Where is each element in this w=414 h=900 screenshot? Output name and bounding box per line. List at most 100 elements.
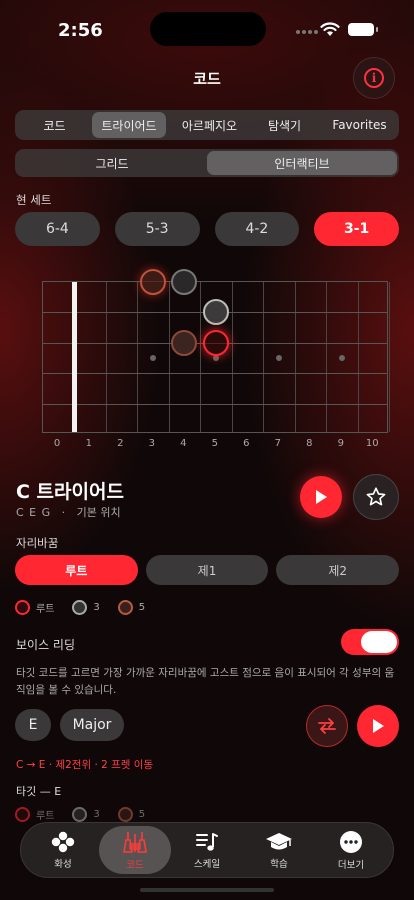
tab-interactive[interactable]: 인터랙티브: [207, 151, 397, 175]
clover-icon: [51, 831, 75, 852]
fretboard[interactable]: [42, 269, 390, 433]
nut: [72, 282, 77, 432]
fret-number: 6: [243, 438, 250, 449]
fret-line: [326, 282, 327, 432]
note-marker-third-ghost[interactable]: [171, 269, 198, 295]
page-title: 코드: [193, 70, 221, 88]
legend-fifth: 5: [138, 809, 146, 820]
tab-grid[interactable]: 그리드: [17, 151, 207, 175]
inversion-selector: 루트 제1 제2: [15, 555, 400, 585]
fret-number: 8: [306, 438, 313, 449]
string-line: [43, 373, 387, 375]
fret-number: 4: [180, 438, 187, 449]
fret-number: 1: [85, 438, 92, 449]
fret-inlay: [212, 355, 219, 361]
tab-label: 화성: [54, 858, 72, 870]
more-icon: [340, 830, 362, 853]
main-tabs: 코드 트라이어드 아르페지오 탐색기 Favorites: [15, 110, 399, 140]
note-marker-root[interactable]: [202, 329, 229, 356]
favorite-button[interactable]: [353, 474, 399, 520]
string-line: [43, 403, 387, 405]
root-dot-icon: [15, 600, 30, 615]
tab-label: 더보기: [337, 859, 365, 871]
play-icon: [373, 719, 384, 733]
info-button[interactable]: i: [353, 57, 395, 99]
fifth-dot-icon: [117, 600, 133, 615]
string-set-5-3[interactable]: 5-3: [114, 212, 200, 246]
third-dot-icon: [72, 807, 88, 822]
play-transition-button[interactable]: [357, 705, 399, 747]
fret-number: 5: [211, 438, 218, 449]
fret-line: [231, 282, 233, 432]
fret-line: [200, 282, 201, 432]
chord-separator: ·: [61, 506, 67, 519]
inversion-label: 자리바꿈: [16, 536, 59, 550]
fret-number: 10: [365, 438, 379, 449]
legend-root: 루트: [36, 604, 55, 615]
swap-button[interactable]: [306, 705, 348, 747]
tab-scales[interactable]: 스케일: [171, 826, 243, 874]
tab-arpeggio[interactable]: 아르페지오: [172, 112, 247, 138]
tab-triad[interactable]: 트라이어드: [92, 112, 166, 138]
fret-line: [357, 282, 359, 432]
fret-numbers: 0 1 2 3 4 5 6 7 8 9 10: [42, 438, 388, 452]
guitar-icon: [123, 831, 147, 853]
inversion-first-button[interactable]: 제1: [145, 555, 269, 585]
chord-subtitle: C E G · 기본 위치: [16, 504, 121, 520]
tab-favorites[interactable]: Favorites: [322, 112, 397, 138]
note-marker-fifth-ghost[interactable]: [171, 329, 198, 356]
swap-arrows-icon: [318, 718, 336, 734]
home-indicator: [140, 888, 274, 892]
fret-line: [294, 282, 296, 432]
fifth-dot-icon: [117, 807, 133, 822]
fret-line: [105, 282, 107, 432]
legend-third: 3: [93, 602, 100, 613]
fret-line: [168, 282, 170, 432]
target-label: 타깃 — E: [16, 785, 62, 798]
battery-icon: [348, 23, 378, 36]
target-note-legend: 루트 3 5: [15, 807, 145, 822]
tab-label: 학습: [270, 858, 288, 870]
tab-learn[interactable]: 학습: [243, 826, 315, 874]
note-legend: 루트 3 5: [15, 600, 145, 615]
note-marker-root-ghost[interactable]: [139, 269, 166, 295]
fret-line: [137, 282, 138, 432]
tab-label: 스케일: [193, 858, 221, 870]
target-quality-selector[interactable]: Major: [60, 709, 124, 741]
fret-line: [263, 282, 264, 432]
fret-number: 2: [117, 438, 124, 449]
tab-chords[interactable]: 코드: [99, 826, 171, 874]
view-tabs: 그리드 인터랙티브: [15, 149, 399, 177]
fret-inlay: [275, 355, 282, 361]
string-set-4-2[interactable]: 4-2: [214, 212, 300, 246]
target-key-selector[interactable]: E: [15, 709, 51, 741]
tab-explorer[interactable]: 탐색기: [247, 112, 322, 138]
string-set-6-4[interactable]: 6-4: [15, 212, 100, 246]
cellular-signal-icon: [296, 30, 318, 34]
voice-leading-label: 보이스 리딩: [16, 638, 76, 652]
voice-leading-toggle[interactable]: [341, 629, 399, 655]
chord-notes: C E G: [16, 506, 52, 519]
string-set-3-1[interactable]: 3-1: [314, 212, 399, 246]
note-marker-third[interactable]: [202, 299, 229, 326]
play-icon: [316, 490, 327, 504]
inversion-root-button[interactable]: 루트: [15, 555, 138, 585]
play-chord-button[interactable]: [300, 476, 342, 518]
info-icon: i: [364, 68, 384, 88]
graduation-cap-icon: [266, 832, 292, 849]
fret-number: 0: [53, 438, 61, 449]
voice-leading-description: 타깃 코드를 고르면 가장 가까운 자리바꿈에 고스트 점으로 음이 표시되어 …: [16, 667, 395, 696]
fret-number: 9: [337, 438, 344, 449]
inversion-second-button[interactable]: 제2: [276, 555, 400, 585]
tab-bar: 화성 코드 스케일 학습 더보기: [20, 822, 394, 878]
tab-more[interactable]: 더보기: [315, 826, 387, 874]
legend-third: 3: [93, 809, 100, 820]
tab-label: 코드: [126, 859, 144, 871]
legend-fifth: 5: [138, 602, 146, 613]
wifi-icon: [320, 22, 340, 36]
tab-chord[interactable]: 코드: [17, 112, 92, 138]
fret-number: 3: [148, 438, 155, 449]
voice-movement-text: C → E · 제2전위 · 2 프렛 이동: [16, 759, 154, 771]
fret-inlay: [149, 355, 156, 361]
tab-harmony[interactable]: 화성: [27, 826, 99, 874]
